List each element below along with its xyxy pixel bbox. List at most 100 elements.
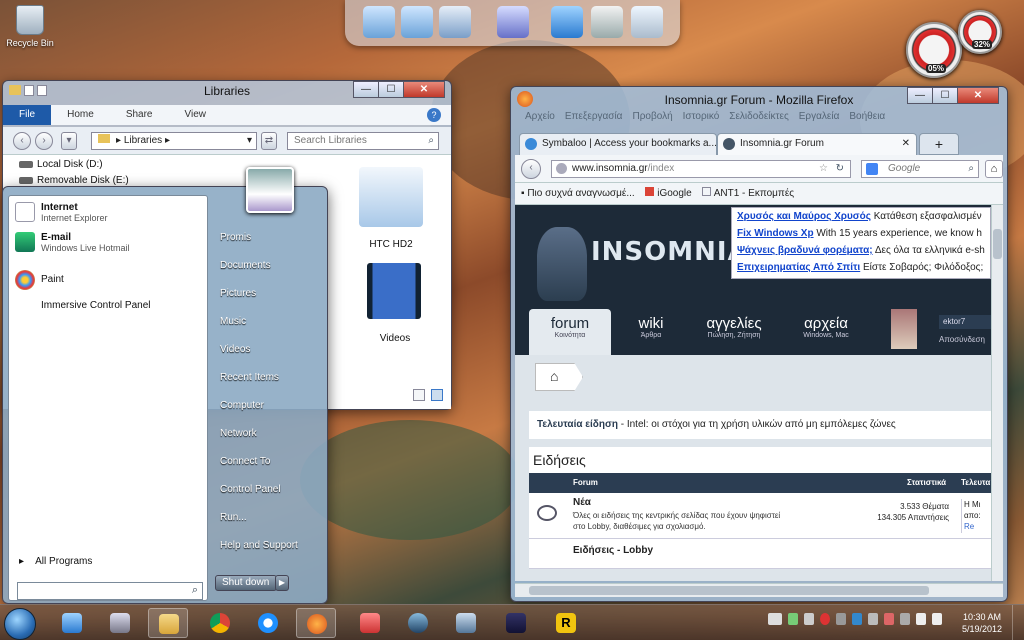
- scrollbar-thumb[interactable]: [529, 586, 929, 595]
- start-item-network[interactable]: Network: [220, 428, 257, 439]
- start-item-promis[interactable]: Promis: [220, 232, 251, 243]
- ad-link[interactable]: Χρυσός και Μαύρος Χρυσός: [737, 211, 871, 222]
- ad-link[interactable]: Ψάχνεις βραδυνά φορέματα;: [737, 245, 873, 256]
- minimize-button[interactable]: —: [907, 87, 933, 104]
- refresh-button[interactable]: ⇄: [261, 132, 277, 150]
- latest-news-text[interactable]: Intel: οι στόχοι για τη χρήση υλικών από…: [627, 419, 896, 430]
- breadcrumb-libraries[interactable]: Libraries: [124, 135, 162, 146]
- start-search-input[interactable]: ⌕: [17, 582, 203, 600]
- network-icon[interactable]: [916, 613, 926, 625]
- new-tab-button[interactable]: +: [919, 133, 959, 155]
- back-button[interactable]: ‹: [13, 132, 31, 150]
- start-button[interactable]: [4, 608, 36, 640]
- folder-icon[interactable]: [401, 6, 433, 38]
- start-item-music[interactable]: Music: [220, 316, 246, 327]
- folder-icon[interactable]: [9, 85, 21, 95]
- close-button[interactable]: ✕: [403, 81, 445, 98]
- start-item-run[interactable]: Run...: [220, 512, 247, 523]
- menu-tools[interactable]: Εργαλεία: [799, 111, 840, 122]
- nav-files[interactable]: αρχεία Windows, Mac: [791, 309, 861, 339]
- help-icon[interactable]: ?: [427, 108, 441, 122]
- pinned-internet[interactable]: Internet Internet Explorer: [15, 202, 108, 223]
- start-item-videos[interactable]: Videos: [220, 344, 250, 355]
- pinned-immersive-control-panel[interactable]: Immersive Control Panel: [41, 300, 150, 311]
- bookmark-most-visited[interactable]: ▪ Πιο συχνά αναγνωσμέ...: [521, 188, 635, 199]
- horizontal-scrollbar[interactable]: [515, 583, 1003, 597]
- vertical-scrollbar[interactable]: [991, 205, 1003, 581]
- menu-edit[interactable]: Επεξεργασία: [565, 111, 623, 122]
- pictures-folder-icon[interactable]: [439, 6, 471, 38]
- menu-view[interactable]: Προβολή: [632, 111, 672, 122]
- tab-home[interactable]: Home: [51, 105, 110, 125]
- taskbar-task-manager[interactable]: [100, 608, 140, 638]
- tray-app-icon[interactable]: [868, 613, 878, 625]
- search-icon[interactable]: ⌕: [968, 161, 974, 177]
- logout-link[interactable]: Αποσύνδεση: [939, 335, 985, 344]
- taskbar-ie[interactable]: [248, 608, 288, 638]
- tray-app-icon[interactable]: [836, 613, 846, 625]
- computer-icon[interactable]: [591, 6, 623, 38]
- new-folder-icon[interactable]: [37, 85, 47, 96]
- last-post-title[interactable]: Η Μι: [964, 499, 991, 510]
- tray-app-icon[interactable]: [804, 613, 814, 625]
- web-search-input[interactable]: Google ⌕: [861, 160, 979, 178]
- url-bar[interactable]: www.insomnia.gr/index ☆ ↻: [551, 160, 851, 178]
- details-view-icon[interactable]: [413, 389, 425, 401]
- scrollbar-thumb[interactable]: [993, 229, 1002, 259]
- opera-icon[interactable]: [820, 613, 830, 625]
- close-button[interactable]: ✕: [957, 87, 999, 104]
- home-breadcrumb[interactable]: ⌂: [535, 363, 583, 391]
- bluetooth-icon[interactable]: [852, 613, 862, 625]
- tray-app-icon[interactable]: [884, 613, 894, 625]
- library-htc-hd2-icon[interactable]: [359, 167, 423, 227]
- taskbar-chrome[interactable]: [200, 608, 240, 638]
- large-icons-view-icon[interactable]: [431, 389, 443, 401]
- nav-wiki[interactable]: wiki Άρθρα: [621, 309, 681, 339]
- avatar[interactable]: [891, 309, 917, 349]
- nav-local-disk-d[interactable]: Local Disk (D:): [19, 159, 103, 170]
- menu-file[interactable]: Αρχείο: [525, 111, 555, 122]
- maximize-button[interactable]: ☐: [932, 87, 958, 104]
- ad-link[interactable]: Επιχειρηματίας Από Σπίτι: [737, 262, 860, 273]
- all-programs[interactable]: ▸ All Programs: [19, 556, 92, 567]
- pinned-paint[interactable]: Paint: [15, 270, 64, 290]
- taskbar-explorer[interactable]: [148, 608, 188, 638]
- recycle-bin-desktop-icon[interactable]: Recycle Bin: [6, 5, 54, 48]
- menu-history[interactable]: Ιστορικό: [683, 111, 720, 122]
- taskbar-app[interactable]: [496, 608, 536, 638]
- user-picture[interactable]: [246, 167, 294, 213]
- menu-bookmarks[interactable]: Σελιδοδείκτες: [729, 111, 788, 122]
- maximize-button[interactable]: ☐: [378, 81, 404, 98]
- pinned-email[interactable]: E-mail Windows Live Hotmail: [15, 232, 130, 253]
- address-bar[interactable]: ▸ Libraries ▸ ▾: [91, 132, 257, 150]
- taskbar-firefox[interactable]: [296, 608, 336, 638]
- ad-link[interactable]: Fix Windows Xp: [737, 228, 814, 239]
- flag-icon[interactable]: [788, 613, 798, 625]
- bookmark-igoogle[interactable]: iGoogle: [645, 187, 692, 199]
- star-icon[interactable]: ☆: [819, 161, 828, 177]
- start-item-pictures[interactable]: Pictures: [220, 288, 256, 299]
- last-post-user[interactable]: Re: [964, 521, 991, 532]
- table-row[interactable]: Ειδήσεις - Lobby: [529, 539, 991, 569]
- taskbar-media-center[interactable]: [398, 608, 438, 638]
- taskbar-rainmeter[interactable]: R: [546, 608, 586, 638]
- clock[interactable]: 10:30 AM 5/19/2012: [962, 611, 1002, 635]
- start-item-documents[interactable]: Documents: [220, 260, 271, 271]
- forward-button[interactable]: ›: [35, 132, 53, 150]
- back-button[interactable]: ‹: [521, 159, 541, 179]
- username-box[interactable]: ektor7: [939, 315, 999, 329]
- tab-symbaloo[interactable]: Symbaloo | Access your bookmarks a...: [519, 133, 717, 155]
- tab-file[interactable]: File: [3, 105, 52, 125]
- tray-app-icon[interactable]: [900, 613, 910, 625]
- properties-icon[interactable]: [24, 85, 34, 96]
- recycle-bin-icon[interactable]: [631, 6, 663, 38]
- keyboard-icon[interactable]: [768, 613, 782, 625]
- control-panel-icon[interactable]: [551, 6, 583, 38]
- library-videos-icon[interactable]: [367, 263, 421, 319]
- show-desktop-button[interactable]: [1012, 605, 1024, 640]
- taskbar-control-panel[interactable]: [52, 608, 92, 638]
- taskbar-snipping-tool[interactable]: [350, 608, 390, 638]
- minimize-button[interactable]: —: [353, 81, 379, 98]
- tab-share[interactable]: Share: [110, 105, 169, 125]
- menu-help[interactable]: Βοήθεια: [849, 111, 885, 122]
